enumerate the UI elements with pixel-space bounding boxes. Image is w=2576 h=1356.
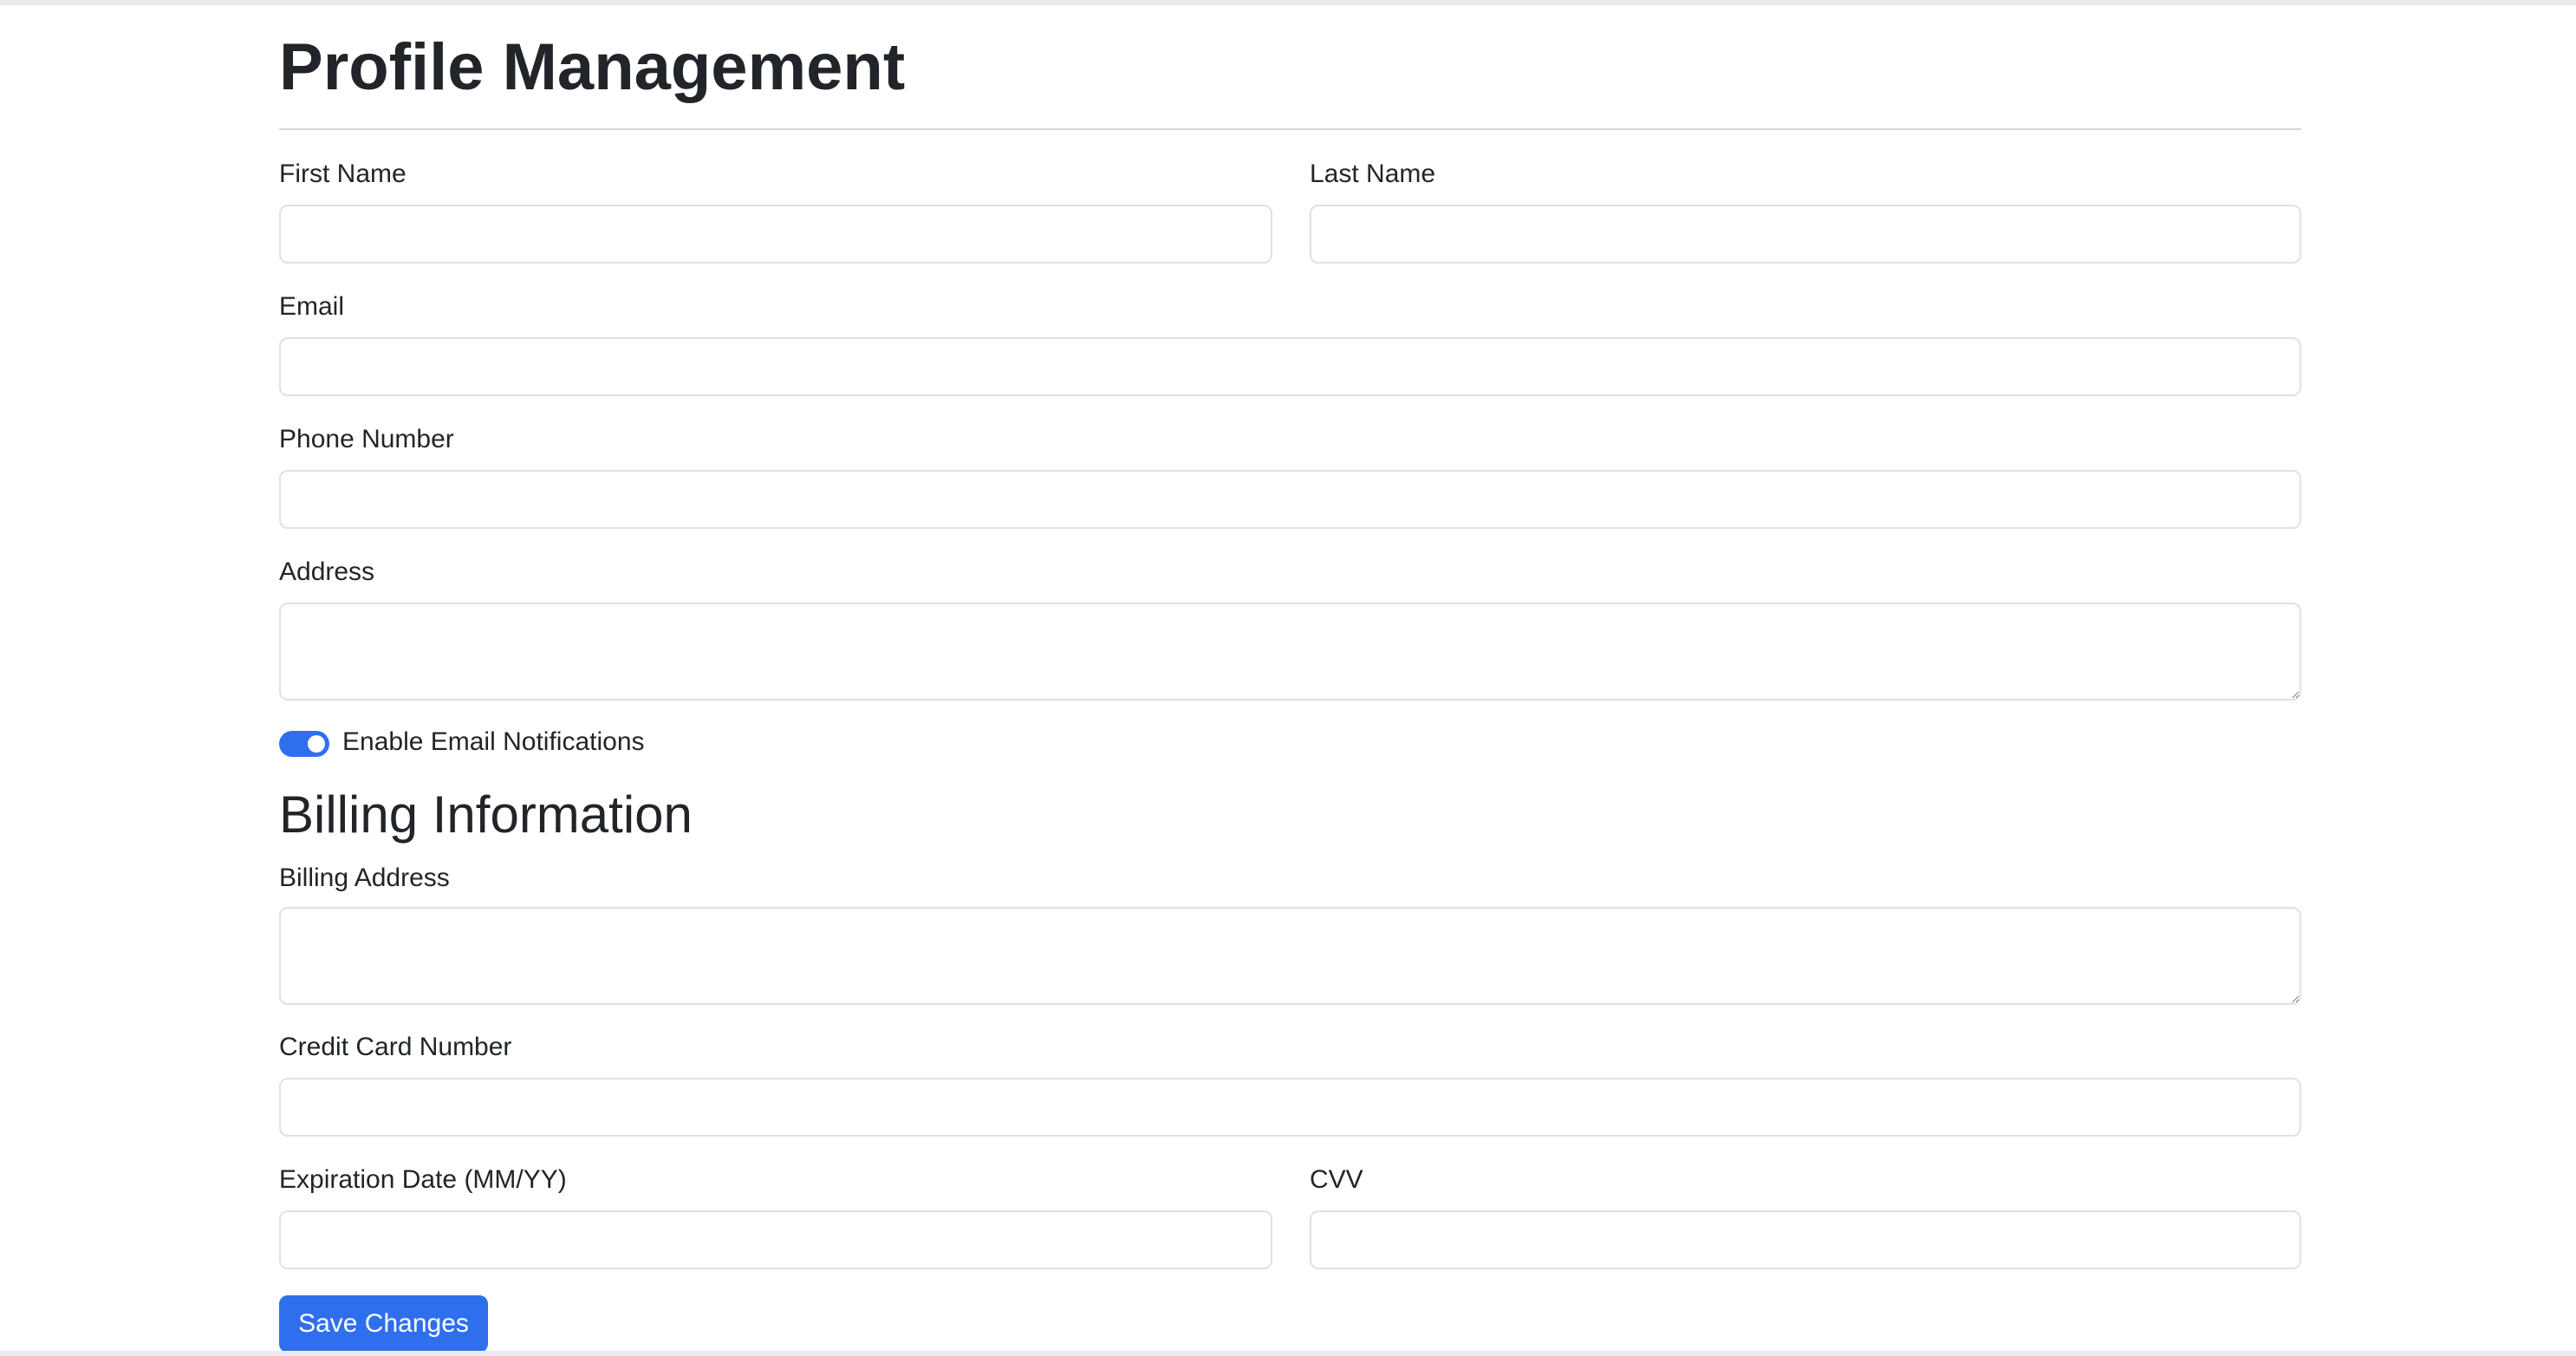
toggle-knob bbox=[308, 735, 325, 753]
address-textarea[interactable] bbox=[279, 603, 2301, 701]
expiration-date-input[interactable] bbox=[279, 1210, 1272, 1269]
cvv-input[interactable] bbox=[1310, 1210, 2301, 1269]
billing-section-title: Billing Information bbox=[279, 786, 693, 844]
first-name-label: First Name bbox=[279, 160, 407, 188]
card-number-input[interactable] bbox=[279, 1078, 2301, 1137]
email-input[interactable] bbox=[279, 337, 2301, 396]
phone-input[interactable] bbox=[279, 470, 2301, 529]
cvv-label: CVV bbox=[1310, 1165, 1363, 1194]
email-notifications-label[interactable]: Enable Email Notifications bbox=[342, 725, 645, 759]
last-name-label: Last Name bbox=[1310, 160, 1436, 188]
bottom-border bbox=[0, 1351, 2576, 1356]
email-notifications-toggle[interactable] bbox=[279, 731, 329, 757]
billing-address-label: Billing Address bbox=[279, 864, 450, 892]
billing-address-textarea[interactable] bbox=[279, 907, 2301, 1005]
page-title: Profile Management bbox=[279, 30, 906, 104]
top-border bbox=[0, 0, 2576, 5]
card-number-label: Credit Card Number bbox=[279, 1033, 512, 1061]
phone-label: Phone Number bbox=[279, 425, 454, 453]
expiration-date-label: Expiration Date (MM/YY) bbox=[279, 1165, 567, 1194]
save-changes-button[interactable]: Save Changes bbox=[279, 1295, 488, 1353]
last-name-input[interactable] bbox=[1310, 205, 2301, 264]
first-name-input[interactable] bbox=[279, 205, 1272, 264]
title-divider bbox=[279, 128, 2301, 130]
email-label: Email bbox=[279, 292, 345, 321]
address-label: Address bbox=[279, 557, 375, 586]
